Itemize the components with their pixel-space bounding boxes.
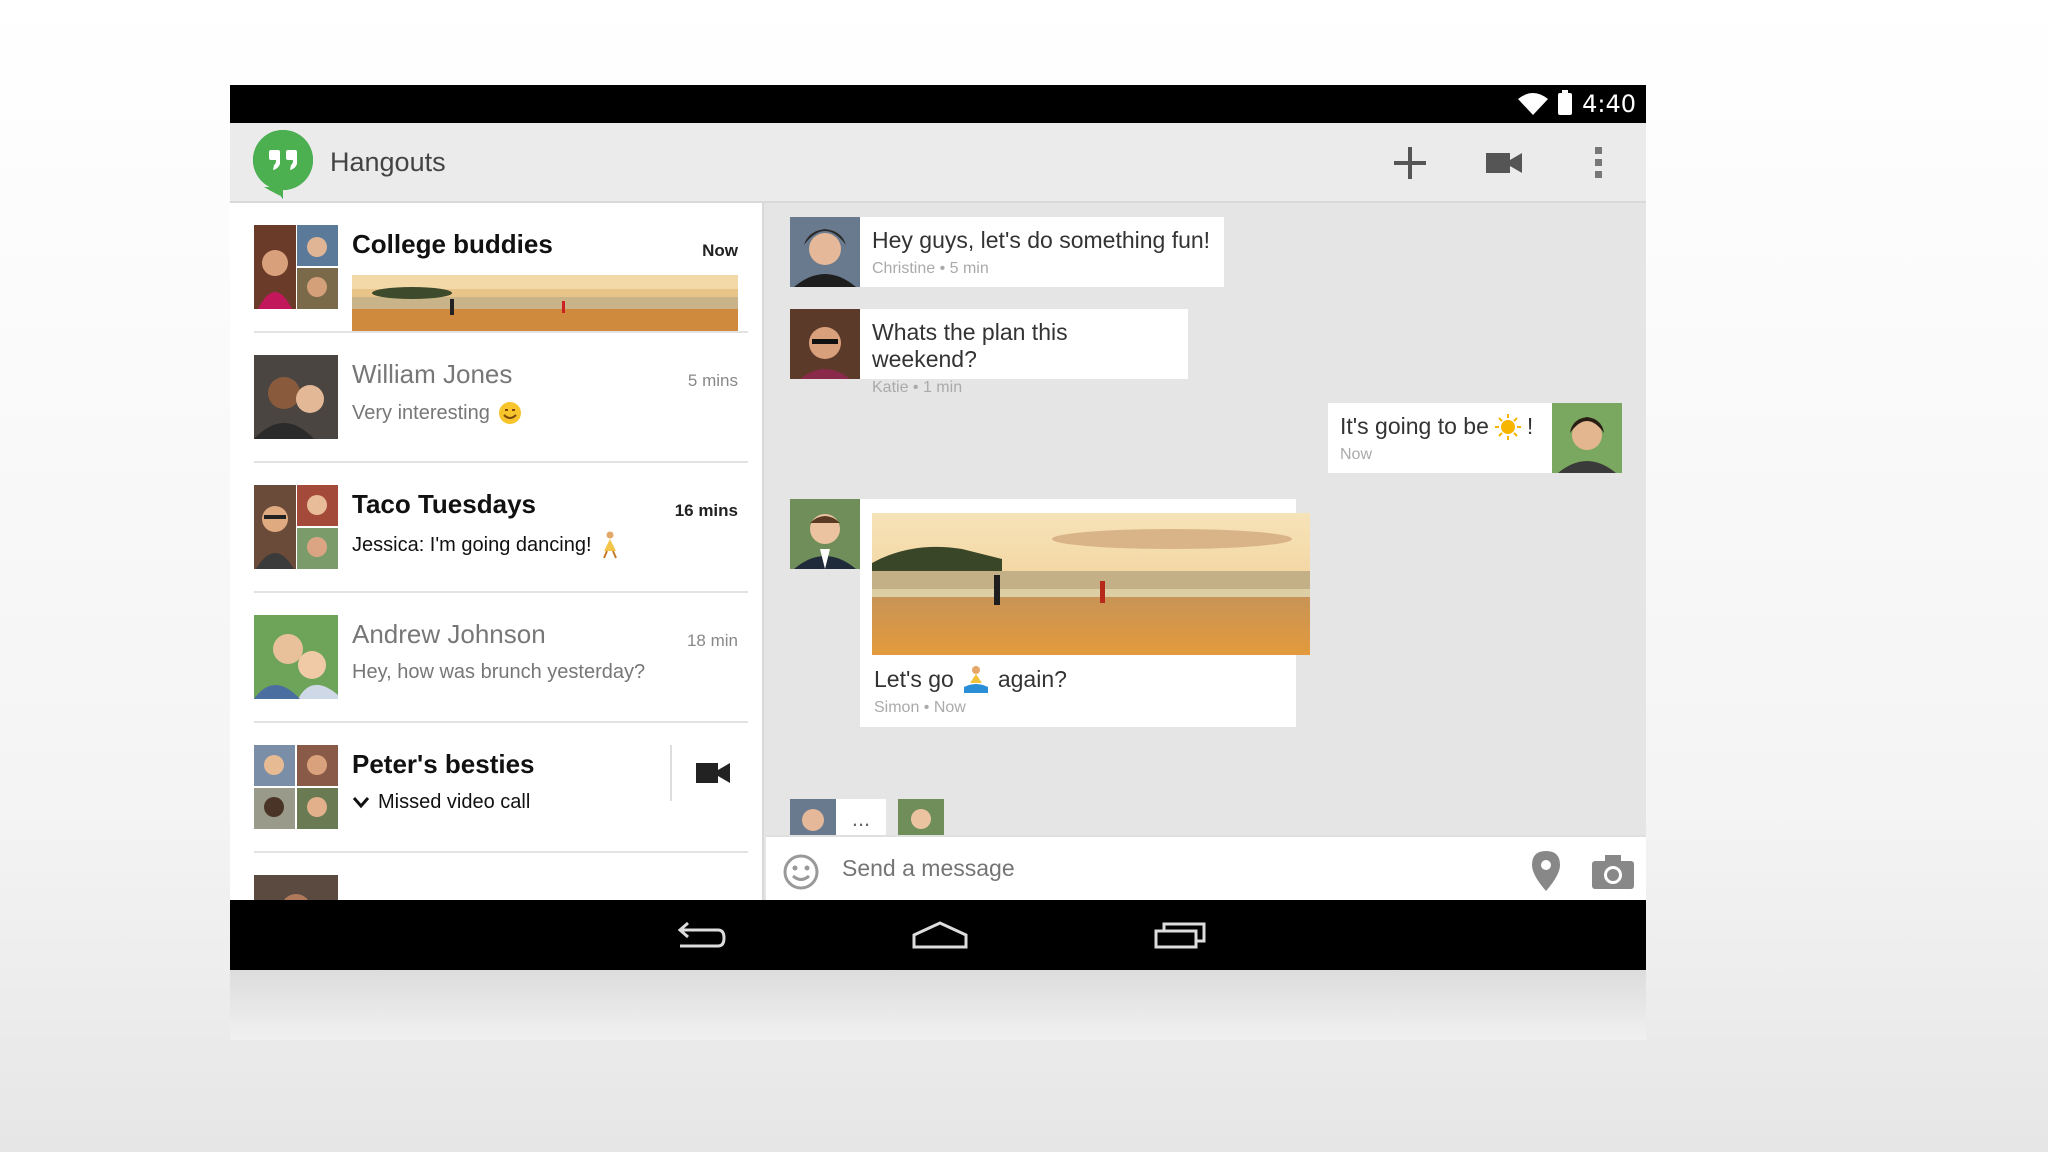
contact-avatar: [254, 615, 338, 699]
recents-button[interactable]: [1150, 915, 1210, 955]
surfer-emoji-icon: [963, 666, 988, 693]
emoji-picker-button[interactable]: [782, 853, 822, 893]
conversation-item[interactable]: William Jones 5 mins Very interesting: [254, 333, 748, 463]
video-camera-icon: [1486, 153, 1522, 173]
message-bubble: Hey guys, let's do something fun! Christ…: [860, 217, 1224, 287]
conversation-item[interactable]: College buddies Now: [254, 203, 748, 333]
conversation-snippet: Jessica: I'm going dancing!: [352, 533, 592, 556]
status-time: 4:40: [1582, 90, 1636, 118]
attach-photo-button[interactable]: [1592, 853, 1636, 893]
sender-avatar: [790, 499, 860, 569]
conversation-list[interactable]: College buddies Now William Jones 5 mins…: [230, 203, 764, 903]
tablet-screen: 4:40 Hangouts College buddies Now Willia…: [230, 85, 1646, 970]
divider: [670, 745, 672, 801]
conversation-item[interactable]: Andrew Johnson 18 min Hey, how was brunc…: [254, 593, 748, 723]
conversation-time: Now: [702, 241, 738, 260]
own-avatar: [1552, 403, 1622, 473]
battery-icon: [1558, 90, 1573, 115]
conversation-time: 5 mins: [687, 371, 738, 390]
home-icon: [912, 921, 968, 949]
plus-icon: [1394, 147, 1426, 179]
conversation-name: Peter's besties: [352, 749, 535, 779]
smiley-icon: [783, 854, 819, 890]
video-call-button[interactable]: [1482, 141, 1526, 185]
message-meta: Katie • 1 min: [872, 379, 963, 396]
video-call-return-button[interactable]: [688, 753, 738, 793]
beach-photo-thumbnail: [352, 275, 738, 331]
message-text-suffix: again?: [997, 665, 1067, 692]
new-conversation-button[interactable]: [1388, 141, 1432, 185]
share-location-button[interactable]: [1526, 851, 1566, 895]
conversation-snippet: Very interesting: [352, 401, 490, 424]
more-vert-icon: [1595, 147, 1602, 178]
conversation-item[interactable]: [254, 853, 748, 903]
group-avatar: [254, 225, 338, 309]
message-text: Whats the plan this weekend?: [872, 319, 1068, 372]
sender-avatar: [790, 309, 860, 379]
beach-photo[interactable]: [872, 513, 1310, 655]
contact-avatar: [254, 875, 338, 903]
camera-icon: [1592, 855, 1634, 889]
video-camera-icon: [696, 763, 730, 783]
conversation-time: 16 mins: [674, 501, 738, 520]
message-text: It's going to be: [1340, 413, 1489, 439]
group-avatar: [254, 485, 338, 569]
recent-apps-icon: [1154, 922, 1206, 949]
device-reflection: [230, 970, 1646, 1040]
location-pin-icon: [1532, 851, 1560, 891]
missed-call-arrow-icon: [352, 796, 370, 808]
message-text: Hey guys, let's do something fun!: [872, 227, 1211, 253]
overflow-menu-button[interactable]: [1576, 141, 1620, 185]
wifi-icon: [1518, 93, 1549, 115]
grin-emoji-icon: [498, 402, 521, 424]
conversation-item[interactable]: Peter's besties Missed video call: [254, 723, 748, 853]
chat-thread[interactable]: Hey guys, let's do something fun! Christ…: [766, 203, 1646, 845]
conversation-name: College buddies: [352, 229, 553, 259]
contact-avatar: [254, 355, 338, 439]
conversation-time: 18 min: [686, 631, 738, 650]
conversation-name: Taco Tuesdays: [352, 489, 536, 519]
photo-message-bubble[interactable]: Let's go again? Simon • Now: [860, 499, 1310, 727]
conversation-snippet: Hey, how was brunch yesterday?: [352, 661, 646, 683]
conversation-name: Andrew Johnson: [352, 619, 546, 649]
hangouts-logo-icon: [253, 130, 313, 199]
sun-emoji-icon: [1494, 413, 1521, 440]
group-avatar: [254, 745, 338, 829]
message-text-suffix: !: [1526, 413, 1534, 439]
message-meta: Simon • Now: [874, 699, 966, 716]
message-meta: Christine • 5 min: [872, 260, 989, 277]
conversation-name: William Jones: [352, 359, 513, 389]
app-title: Hangouts: [330, 147, 446, 177]
home-button[interactable]: [910, 915, 970, 955]
app-bar: Hangouts: [230, 123, 1646, 203]
message-input[interactable]: [842, 855, 1462, 882]
system-nav-bar: [230, 900, 1646, 970]
message-bubble-own: It's going to be ! Now: [1328, 403, 1552, 473]
conversation-snippet: Missed video call: [378, 791, 531, 813]
back-arrow-icon: [677, 921, 726, 948]
status-bar: 4:40: [230, 85, 1646, 123]
message-text: Let's go: [874, 665, 954, 692]
back-button[interactable]: [670, 915, 730, 955]
conversation-item[interactable]: Taco Tuesdays 16 mins Jessica: I'm going…: [254, 463, 748, 593]
dancer-emoji-icon: [602, 531, 617, 559]
sender-avatar: [790, 217, 860, 287]
compose-bar: [766, 835, 1646, 905]
message-meta: Now: [1340, 446, 1373, 463]
message-bubble: Whats the plan this weekend? Katie • 1 m…: [860, 309, 1188, 396]
